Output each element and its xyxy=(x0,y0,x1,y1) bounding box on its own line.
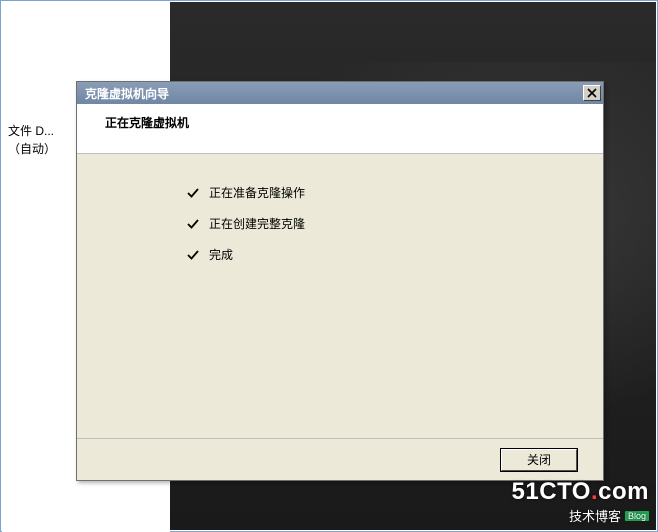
dialog-header-text: 正在克隆虚拟机 xyxy=(105,116,189,130)
progress-step-label: 正在准备克隆操作 xyxy=(209,184,305,201)
dialog-header-band: 正在克隆虚拟机 xyxy=(77,104,603,154)
progress-step: 正在准备克隆操作 xyxy=(187,184,603,201)
close-button-label: 关闭 xyxy=(527,451,551,468)
dialog-title: 克隆虚拟机向导 xyxy=(85,85,169,102)
left-label-1: 文件 D... xyxy=(8,122,56,140)
check-icon xyxy=(187,218,199,230)
dialog-titlebar[interactable]: 克隆虚拟机向导 xyxy=(77,82,603,104)
check-icon xyxy=(187,249,199,261)
close-icon xyxy=(587,88,597,98)
left-label-2: （自动） xyxy=(8,140,56,158)
progress-step: 正在创建完整克隆 xyxy=(187,215,603,232)
clone-wizard-dialog: 克隆虚拟机向导 正在克隆虚拟机 正在准备克隆操作 正在创建完整克隆 完成 xyxy=(76,81,604,481)
dialog-footer: 关闭 xyxy=(77,438,603,480)
progress-step-label: 完成 xyxy=(209,246,233,263)
progress-step: 完成 xyxy=(187,246,603,263)
check-icon xyxy=(187,187,199,199)
close-button[interactable]: 关闭 xyxy=(501,449,577,471)
dialog-close-button[interactable] xyxy=(583,85,601,101)
progress-step-label: 正在创建完整克隆 xyxy=(209,215,305,232)
dialog-content: 正在准备克隆操作 正在创建完整克隆 完成 xyxy=(77,154,603,438)
